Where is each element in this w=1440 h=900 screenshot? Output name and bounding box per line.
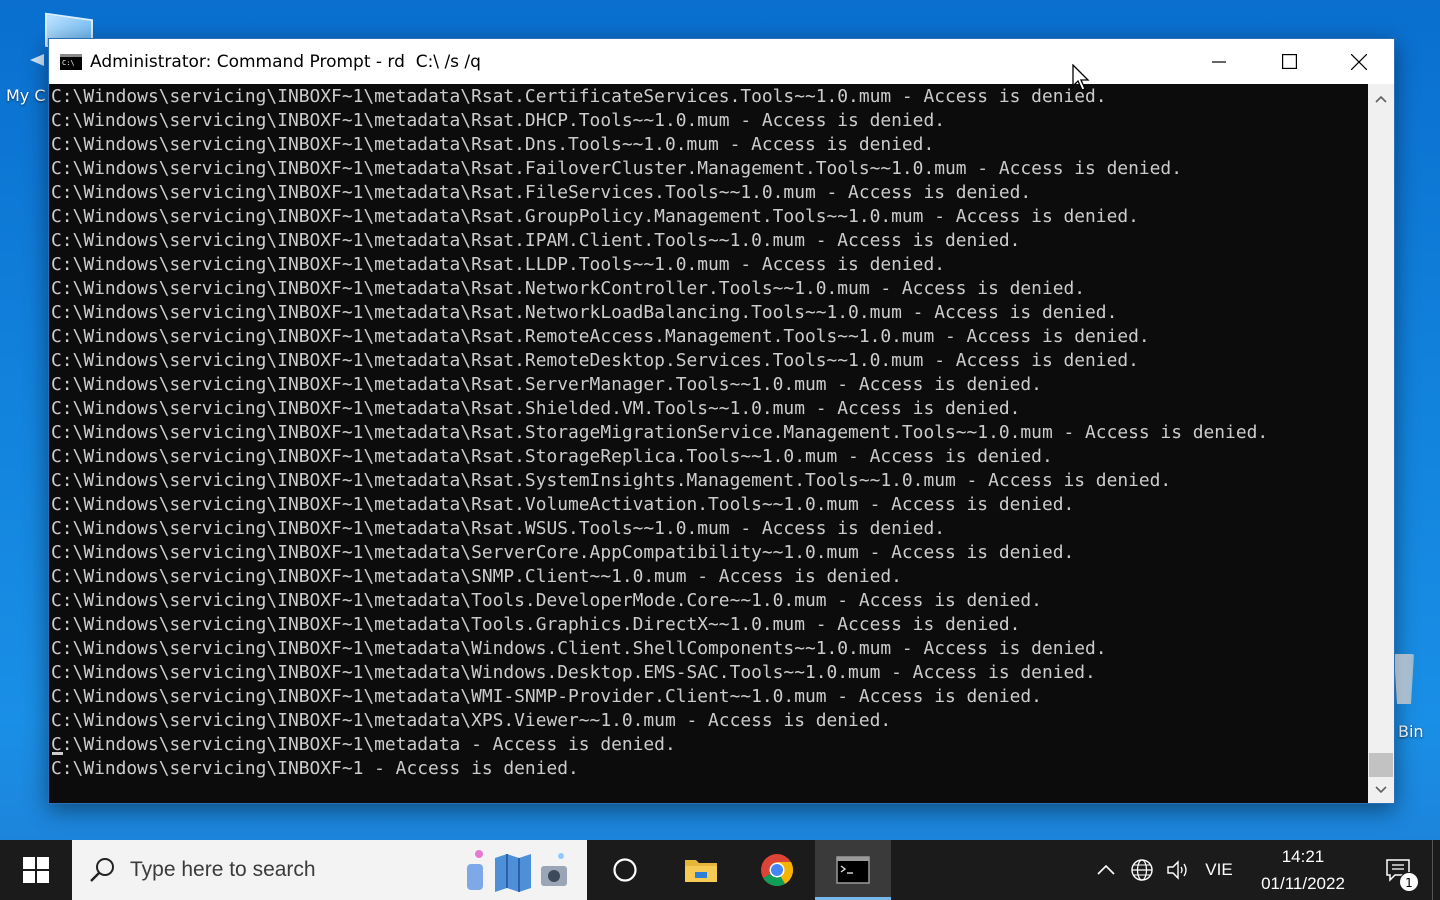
scrollbar-thumb[interactable] xyxy=(1369,753,1393,777)
window-title: Administrator: Command Prompt - rd C:\ /… xyxy=(90,51,481,72)
clock-date: 01/11/2022 xyxy=(1261,874,1345,893)
chevron-up-icon xyxy=(1097,865,1115,875)
console-line: C:\Windows\servicing\INBOXF~1\metadata\R… xyxy=(51,230,1021,251)
vertical-scrollbar[interactable] xyxy=(1368,84,1394,803)
command-prompt-window[interactable]: C:\ Administrator: Command Prompt - rd C… xyxy=(48,38,1395,804)
taskbar-clock[interactable]: 14:21 01/11/2022 xyxy=(1242,840,1364,900)
command-prompt-taskbar-button[interactable] xyxy=(815,840,891,900)
input-language-indicator[interactable]: VIE xyxy=(1196,840,1242,900)
console-line: C:\Windows\servicing\INBOXF~1\metadata\W… xyxy=(51,662,1096,683)
search-highlight-illustration-icon xyxy=(467,850,567,892)
console-line: C:\Windows\servicing\INBOXF~1\metadata -… xyxy=(51,734,676,755)
desktop-icon-label-recycle-bin: Bin xyxy=(1398,722,1424,741)
start-button[interactable] xyxy=(0,840,72,900)
console-line: C:\Windows\servicing\INBOXF~1\metadata\R… xyxy=(51,206,1139,227)
console-line: C:\Windows\servicing\INBOXF~1\metadata\R… xyxy=(51,182,1032,203)
minimize-icon xyxy=(1212,60,1226,63)
console-line: C:\Windows\servicing\INBOXF~1\metadata\W… xyxy=(51,686,1042,707)
console-line: C:\Windows\servicing\INBOXF~1\metadata\R… xyxy=(51,398,1021,419)
network-globe-icon xyxy=(1131,859,1153,881)
show-desktop-button[interactable] xyxy=(1432,840,1440,900)
close-button[interactable] xyxy=(1324,39,1394,84)
console-line: C:\Windows\servicing\INBOXF~1 - Access i… xyxy=(51,758,579,779)
console-line: C:\Windows\servicing\INBOXF~1\metadata\S… xyxy=(51,542,1075,563)
console-line: C:\Windows\servicing\INBOXF~1\metadata\R… xyxy=(51,326,1150,347)
console-output[interactable]: C:\Windows\servicing\INBOXF~1\metadata\R… xyxy=(49,84,1369,803)
console-line: C:\Windows\servicing\INBOXF~1\metadata\S… xyxy=(51,566,902,587)
search-icon xyxy=(90,858,114,882)
console-line: C:\Windows\servicing\INBOXF~1\metadata\R… xyxy=(51,350,1139,371)
console-line: C:\Windows\servicing\INBOXF~1\metadata\R… xyxy=(51,86,1107,107)
console-line: C:\Windows\servicing\INBOXF~1\metadata\R… xyxy=(51,470,1172,491)
clock-time: 14:21 xyxy=(1281,847,1325,866)
console-line: C:\Windows\servicing\INBOXF~1\metadata\R… xyxy=(51,374,1042,395)
window-controls xyxy=(1184,39,1394,84)
search-placeholder: Type here to search xyxy=(130,858,316,881)
volume-icon xyxy=(1167,860,1187,880)
close-icon xyxy=(1351,53,1367,70)
notification-count-badge: 1 xyxy=(1399,872,1419,892)
window-titlebar[interactable]: C:\ Administrator: Command Prompt - rd C… xyxy=(49,39,1394,84)
scroll-down-button[interactable] xyxy=(1368,779,1394,801)
action-center-button[interactable]: 1 xyxy=(1364,840,1432,900)
console-line: C:\Windows\servicing\INBOXF~1\metadata\W… xyxy=(51,638,1107,659)
console-line: C:\Windows\servicing\INBOXF~1\metadata\T… xyxy=(51,590,1042,611)
console-line: C:\Windows\servicing\INBOXF~1\metadata\R… xyxy=(51,518,945,539)
file-explorer-button[interactable] xyxy=(663,840,739,900)
console-line: C:\Windows\servicing\INBOXF~1\metadata\R… xyxy=(51,422,1269,443)
desktop-icon-label-this-pc: My C xyxy=(6,86,46,105)
system-tray: VIE 14:21 01/11/2022 1 xyxy=(1088,840,1440,900)
show-hidden-icons-button[interactable] xyxy=(1088,840,1124,900)
console-line: C:\Windows\servicing\INBOXF~1\metadata\R… xyxy=(51,254,945,275)
volume-button[interactable] xyxy=(1160,840,1196,900)
task-view-button[interactable] xyxy=(587,840,663,900)
console-line: C:\Windows\servicing\INBOXF~1\metadata\R… xyxy=(51,494,1075,515)
terminal-icon xyxy=(836,856,870,884)
chevron-up-icon xyxy=(1375,95,1387,103)
mouse-pointer-icon xyxy=(1072,64,1090,91)
maximize-icon xyxy=(1281,54,1297,69)
console-line: C:\Windows\servicing\INBOXF~1\metadata\R… xyxy=(51,278,1086,299)
chevron-down-icon xyxy=(1375,786,1387,794)
command-prompt-app-icon[interactable]: C:\ xyxy=(60,53,82,70)
console-line: C:\Windows\servicing\INBOXF~1\metadata\R… xyxy=(51,158,1182,179)
chrome-button[interactable] xyxy=(739,840,815,900)
console-line: C:\Windows\servicing\INBOXF~1\metadata\T… xyxy=(51,614,1021,635)
maximize-button[interactable] xyxy=(1254,39,1324,84)
console-cursor xyxy=(52,752,63,755)
console-line: C:\Windows\servicing\INBOXF~1\metadata\R… xyxy=(51,446,1053,467)
console-line: C:\Windows\servicing\INBOXF~1\metadata\R… xyxy=(51,134,935,155)
chrome-icon xyxy=(761,854,794,887)
console-line: C:\Windows\servicing\INBOXF~1\metadata\X… xyxy=(51,710,892,731)
taskbar-search-box[interactable]: Type here to search xyxy=(72,840,587,900)
network-button[interactable] xyxy=(1124,840,1160,900)
console-line: C:\Windows\servicing\INBOXF~1\metadata\R… xyxy=(51,302,1118,323)
taskbar: Type here to search VIE 14:21 01/11/2022… xyxy=(0,840,1440,900)
folder-icon xyxy=(685,860,717,882)
task-view-icon xyxy=(613,858,637,882)
scroll-up-button[interactable] xyxy=(1368,88,1394,110)
minimize-button[interactable] xyxy=(1184,39,1254,84)
windows-logo-icon xyxy=(23,857,49,883)
console-line: C:\Windows\servicing\INBOXF~1\metadata\R… xyxy=(51,110,945,131)
